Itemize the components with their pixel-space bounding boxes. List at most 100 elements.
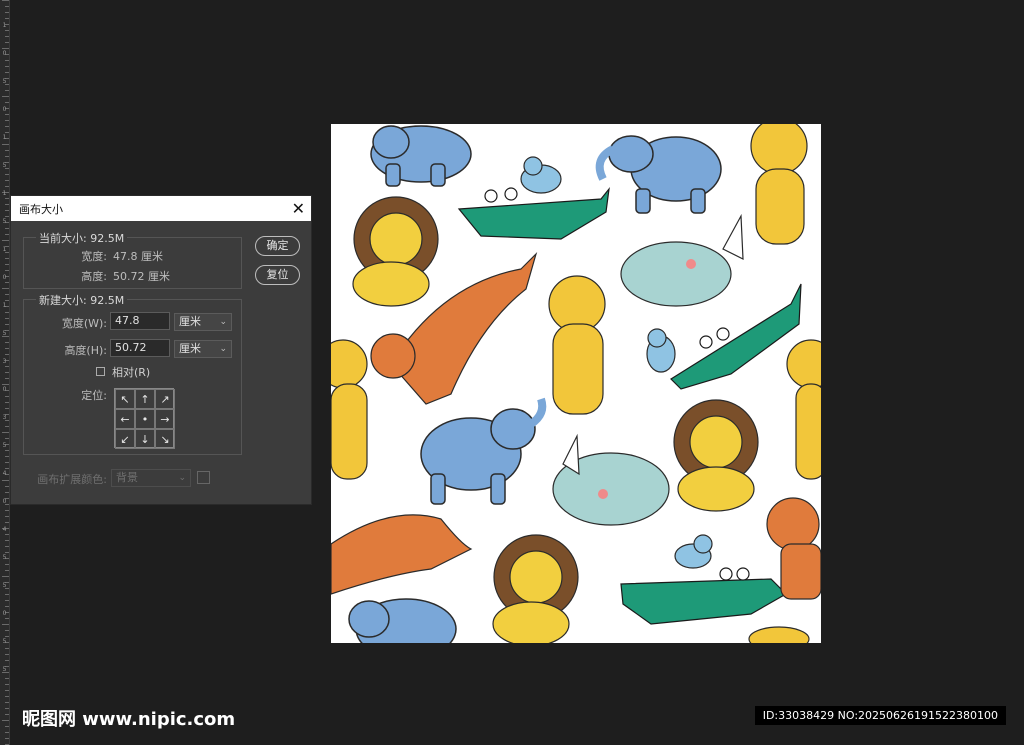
height-label: 高度(H): xyxy=(64,344,107,357)
ruler-tick xyxy=(5,204,9,205)
ruler-label: 5 xyxy=(2,330,7,337)
ruler-tick xyxy=(5,312,9,313)
anchor-arrow-icon[interactable]: ↓ xyxy=(135,429,155,449)
ruler-tick xyxy=(5,714,9,715)
anchor-label: 定位: xyxy=(81,389,107,402)
ruler-tick xyxy=(5,12,9,13)
close-icon[interactable]: ✕ xyxy=(292,200,305,217)
tiger-illustration xyxy=(331,339,368,480)
ruler-label: 0 xyxy=(2,610,7,617)
document-canvas[interactable] xyxy=(331,124,821,643)
ruler-tick xyxy=(2,624,9,625)
width-unit-value: 厘米 xyxy=(179,315,201,328)
tiger-illustration xyxy=(548,275,606,415)
extension-color-swatch[interactable] xyxy=(197,471,210,484)
ruler-tick xyxy=(5,516,9,517)
ruler-tick xyxy=(5,402,9,403)
ruler-tick xyxy=(5,270,9,271)
ruler-tick xyxy=(5,228,9,229)
new-size-legend: 新建大小: 92.5M xyxy=(36,292,128,308)
ruler-tick xyxy=(5,294,9,295)
current-width-label: 宽度: xyxy=(81,250,107,263)
chevron-down-icon: ⌄ xyxy=(178,473,186,483)
ruler-tick xyxy=(5,174,9,175)
width-input[interactable]: 47.8 xyxy=(110,312,170,330)
dialog-titlebar[interactable]: 画布大小 ✕ xyxy=(11,196,311,221)
anchor-grid[interactable]: ↖ ↑ ↗ ← • → ↙ ↓ ↘ xyxy=(114,388,175,449)
ruler-label: 5 xyxy=(2,442,7,449)
ruler-tick xyxy=(2,48,9,49)
ruler-label: 1 xyxy=(2,246,7,253)
image-id-watermark: ID:33038429 NO:20250626191522380100 xyxy=(754,706,1006,725)
ruler-label: 0 xyxy=(2,106,7,113)
ruler-tick xyxy=(2,720,9,721)
bird-illustration xyxy=(674,534,713,569)
anchor-arrow-icon[interactable]: ↙ xyxy=(115,429,135,449)
anchor-arrow-icon[interactable]: ↑ xyxy=(135,389,155,409)
extension-color-select[interactable]: 背景 ⌄ xyxy=(111,469,191,487)
ruler-tick xyxy=(5,30,9,31)
ruler-label: 5 xyxy=(2,666,7,673)
ruler-tick xyxy=(5,354,9,355)
relative-label[interactable]: 相对(R) xyxy=(112,364,150,380)
ruler-tick xyxy=(5,654,9,655)
anchor-arrow-icon[interactable]: ↗ xyxy=(155,389,175,409)
ruler-tick xyxy=(5,198,9,199)
ruler-tick xyxy=(5,300,9,301)
chevron-down-icon: ⌄ xyxy=(219,317,227,327)
ruler-tick xyxy=(5,102,9,103)
ruler-tick xyxy=(5,630,9,631)
ruler-label: 5 xyxy=(2,162,7,169)
ruler-tick xyxy=(5,126,9,127)
crocodile-illustration xyxy=(620,567,787,625)
ruler-tick xyxy=(5,696,9,697)
anchor-arrow-icon[interactable]: ← xyxy=(115,409,135,429)
ruler-label: 5 xyxy=(2,78,7,85)
ruler-label: 5 xyxy=(2,582,7,589)
ruler-tick xyxy=(2,144,9,145)
elephant-illustration xyxy=(348,598,457,643)
reset-button[interactable]: 复位 xyxy=(255,265,300,285)
height-unit-value: 厘米 xyxy=(179,342,201,355)
ruler-label: 4 xyxy=(2,526,7,533)
vertical-ruler: 105015151015303540455055 xyxy=(0,0,10,745)
ruler-label: 0 xyxy=(2,50,7,57)
relative-checkbox[interactable] xyxy=(96,367,105,376)
ruler-tick xyxy=(5,648,9,649)
ruler-tick xyxy=(5,468,9,469)
ruler-tick xyxy=(5,408,9,409)
ok-button[interactable]: 确定 xyxy=(255,236,300,256)
ruler-tick xyxy=(5,72,9,73)
elephant-illustration xyxy=(370,125,472,187)
height-input[interactable]: 50.72 xyxy=(110,339,170,357)
ruler-tick xyxy=(5,186,9,187)
ruler-label: 5 xyxy=(2,554,7,561)
rhino-illustration xyxy=(620,213,744,307)
dialog-title: 画布大小 xyxy=(19,202,63,216)
anchor-arrow-icon[interactable]: ↘ xyxy=(155,429,175,449)
ruler-label: 5 xyxy=(2,638,7,645)
ruler-tick xyxy=(5,534,9,535)
extension-color-label: 画布扩展颜色: xyxy=(37,473,107,486)
ruler-tick xyxy=(5,678,9,679)
height-unit-select[interactable]: 厘米 ⌄ xyxy=(174,340,232,358)
ruler-tick xyxy=(5,156,9,157)
ruler-tick xyxy=(5,732,9,733)
anchor-arrow-icon[interactable]: ↖ xyxy=(115,389,135,409)
ruler-tick xyxy=(2,576,9,577)
ruler-tick xyxy=(5,462,9,463)
ruler-tick xyxy=(5,546,9,547)
current-width-value: 47.8 厘米 xyxy=(113,250,163,263)
ruler-label: 1 xyxy=(2,190,7,197)
site-watermark: 昵图网 www.nipic.com xyxy=(22,709,236,730)
anchor-center-dot-icon[interactable]: • xyxy=(135,409,155,429)
ruler-tick xyxy=(5,690,9,691)
width-unit-select[interactable]: 厘米 ⌄ xyxy=(174,313,232,331)
ruler-tick xyxy=(5,708,9,709)
ruler-tick xyxy=(5,234,9,235)
ruler-tick xyxy=(5,438,9,439)
lion-illustration xyxy=(352,196,439,307)
anchor-arrow-icon[interactable]: → xyxy=(155,409,175,429)
ruler-tick xyxy=(5,132,9,133)
animal-pattern-artwork xyxy=(331,124,821,643)
